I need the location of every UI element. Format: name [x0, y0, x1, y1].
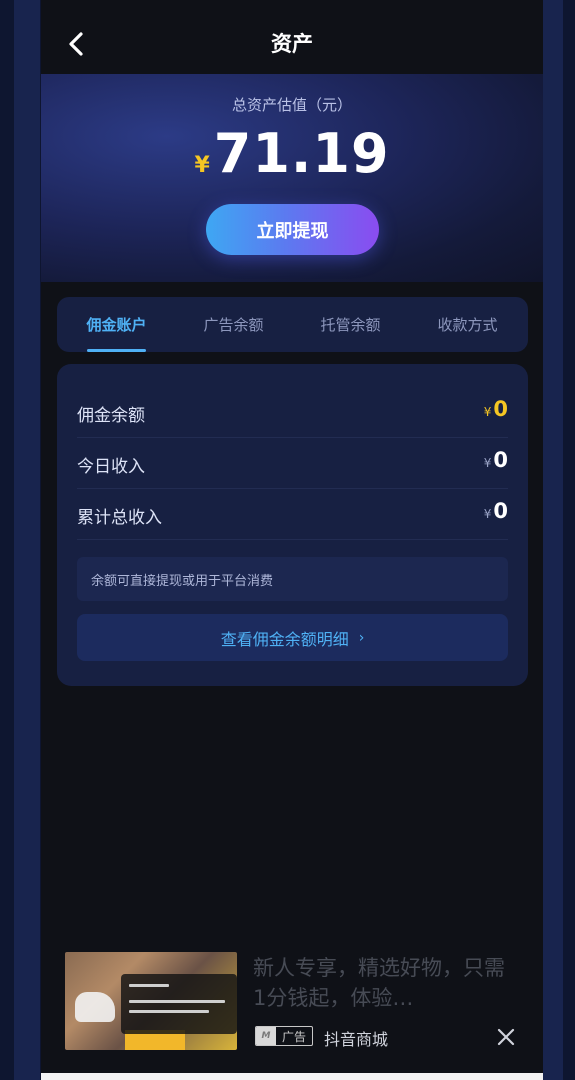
- nav-bar: 资产: [41, 0, 543, 74]
- tab-payment-method[interactable]: 收款方式: [409, 297, 526, 352]
- total-asset-amount: ¥71.19: [41, 122, 543, 185]
- row-value: ¥0: [483, 448, 508, 472]
- row-value: ¥0: [483, 397, 508, 421]
- bottom-edge: [41, 1073, 543, 1080]
- ad-badge: M 广告: [255, 1026, 313, 1046]
- chevron-right-icon: ›: [358, 629, 365, 646]
- active-tab-indicator: [87, 349, 146, 352]
- detail-label: 查看佣金余额明细: [220, 629, 349, 649]
- ad-image[interactable]: [65, 952, 237, 1050]
- tab-commission-account[interactable]: 佣金账户: [58, 297, 175, 352]
- ad-banner[interactable]: 新人专享，精选好物，只需1分钱起，体验… M 广告 抖音商城: [65, 952, 525, 1052]
- ad-image-caption: [121, 974, 237, 1034]
- tab-ad-balance[interactable]: 广告余额: [175, 297, 292, 352]
- commission-card: 佣金余额 ¥0 今日收入 ¥0 累计总收入 ¥0 余额可直接提现或用于平台消费 …: [57, 364, 528, 686]
- balance-note: 余额可直接提现或用于平台消费: [77, 557, 508, 601]
- asset-summary: 总资产估值（元） ¥71.19 立即提现: [41, 74, 543, 282]
- close-icon[interactable]: [495, 1026, 517, 1048]
- ad-headline[interactable]: 新人专享，精选好物，只需1分钱起，体验…: [253, 953, 513, 1013]
- total-asset-label: 总资产估值（元）: [231, 96, 352, 114]
- row-label: 今日收入: [77, 457, 145, 477]
- ad-source: 抖音商城: [324, 1030, 389, 1049]
- row-label: 累计总收入: [77, 508, 162, 528]
- row-label: 佣金余额: [77, 406, 145, 426]
- tab-custody-balance[interactable]: 托管余额: [292, 297, 409, 352]
- right-backdrop: [543, 0, 575, 1080]
- commission-balance-row: 佣金余额 ¥0: [77, 387, 508, 438]
- today-income-row: 今日收入 ¥0: [77, 438, 508, 489]
- view-commission-detail-button[interactable]: 查看佣金余额明细 ›: [77, 614, 508, 661]
- currency-symbol: ¥: [194, 153, 210, 178]
- row-value: ¥0: [483, 499, 508, 523]
- page-title: 资产: [271, 32, 313, 56]
- left-backdrop: [0, 0, 41, 1080]
- asset-page: 资产 总资产估值（元） ¥71.19 立即提现 佣金账户 广告余额 托管余额 收…: [41, 0, 543, 1080]
- withdraw-button[interactable]: 立即提现: [206, 204, 379, 255]
- ad-badge-label: 广告: [281, 1029, 306, 1044]
- total-income-row: 累计总收入 ¥0: [77, 489, 508, 540]
- product-shape: [75, 992, 115, 1022]
- account-tabs: 佣金账户 广告余额 托管余额 收款方式: [57, 297, 528, 352]
- total-asset-value: 71.19: [213, 122, 390, 185]
- ad-logo-icon: M: [256, 1027, 276, 1045]
